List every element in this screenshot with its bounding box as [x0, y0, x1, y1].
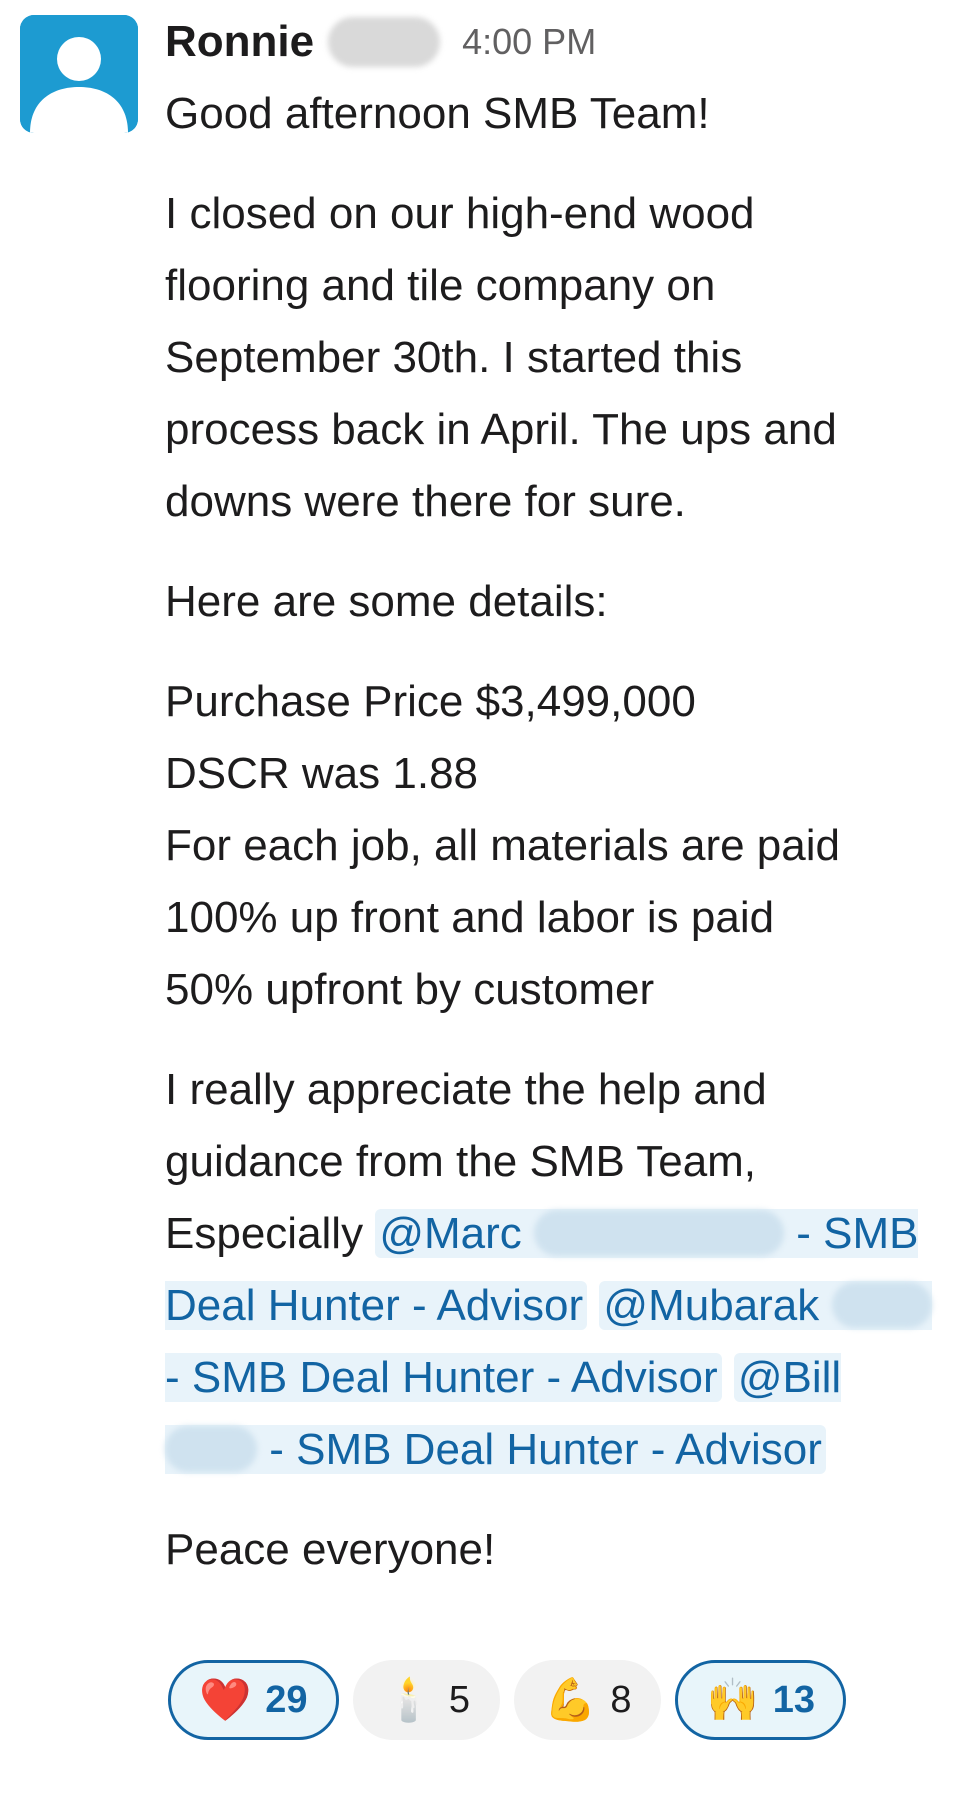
- mention-role: - SMB Deal Hunter - Advisor: [165, 1353, 718, 1402]
- reaction-count: 29: [265, 1678, 308, 1721]
- mention-handle: @Mubarak: [603, 1281, 820, 1330]
- raising-hands-icon: 🙌: [706, 1675, 759, 1724]
- reaction-count: 8: [610, 1678, 632, 1721]
- mentions-paragraph: Especially @Marc - SMB Deal Hunter - Adv…: [165, 1198, 945, 1486]
- details-line: 50% upfront by customer: [165, 965, 655, 1014]
- mention-handle: @Bill: [737, 1353, 842, 1402]
- details-line: DSCR was 1.88: [165, 749, 479, 798]
- user-silhouette-icon: [20, 15, 138, 133]
- details-line: For each job, all materials are paid: [165, 821, 840, 870]
- greeting: Good afternoon SMB Team!: [165, 89, 710, 138]
- closing: Peace everyone!: [165, 1525, 496, 1574]
- reaction-count: 5: [448, 1678, 471, 1721]
- reaction-heart[interactable]: ❤️ 29: [168, 1660, 339, 1740]
- sender-name[interactable]: Ronnie: [165, 17, 314, 67]
- paragraph-line: process back in April. The ups and: [165, 405, 837, 454]
- timestamp[interactable]: 4:00 PM: [462, 21, 596, 63]
- thanks-line: guidance from the SMB Team,: [165, 1137, 757, 1186]
- paragraph-line: flooring and tile company on: [165, 261, 716, 310]
- heart-icon: ❤️: [199, 1675, 252, 1724]
- paragraph-line: I closed on our high-end wood: [165, 189, 755, 238]
- especially-text: Especially: [165, 1209, 364, 1258]
- thanks-line: I really appreciate the help and: [165, 1065, 767, 1114]
- redacted-surname: [831, 1282, 932, 1328]
- reaction-biceps[interactable]: 💪 8: [514, 1660, 662, 1740]
- slack-message: Ronnie 4:00 PM Good afternoon SMB Team! …: [0, 0, 969, 1797]
- mention-role: - SMB Deal Hunter - Advisor: [269, 1425, 822, 1474]
- paragraph-line: downs were there for sure.: [165, 477, 686, 526]
- message-body: Good afternoon SMB Team! I closed on our…: [165, 78, 945, 1586]
- reactions-bar: ❤️ 29 🕯️ 5 💪 8 🙌 13: [168, 1660, 847, 1740]
- details-line: Purchase Price $3,499,000: [165, 677, 696, 726]
- flexed-biceps-icon: 💪: [544, 1675, 597, 1724]
- redacted-surname: [328, 17, 441, 67]
- paragraph-line: September 30th. I started this: [165, 333, 743, 382]
- avatar[interactable]: [20, 15, 138, 133]
- reaction-raising-hands[interactable]: 🙌 13: [675, 1660, 847, 1740]
- mention-handle: @Marc: [379, 1209, 522, 1258]
- reaction-candle[interactable]: 🕯️ 5: [352, 1660, 501, 1740]
- redacted-surname: [165, 1426, 257, 1472]
- candle-icon: 🕯️: [382, 1675, 435, 1724]
- message-header: Ronnie 4:00 PM: [165, 12, 596, 72]
- details-line: 100% up front and labor is paid: [165, 893, 775, 942]
- redacted-surname: [534, 1210, 785, 1256]
- reaction-count: 13: [772, 1678, 816, 1721]
- details-heading: Here are some details:: [165, 577, 608, 626]
